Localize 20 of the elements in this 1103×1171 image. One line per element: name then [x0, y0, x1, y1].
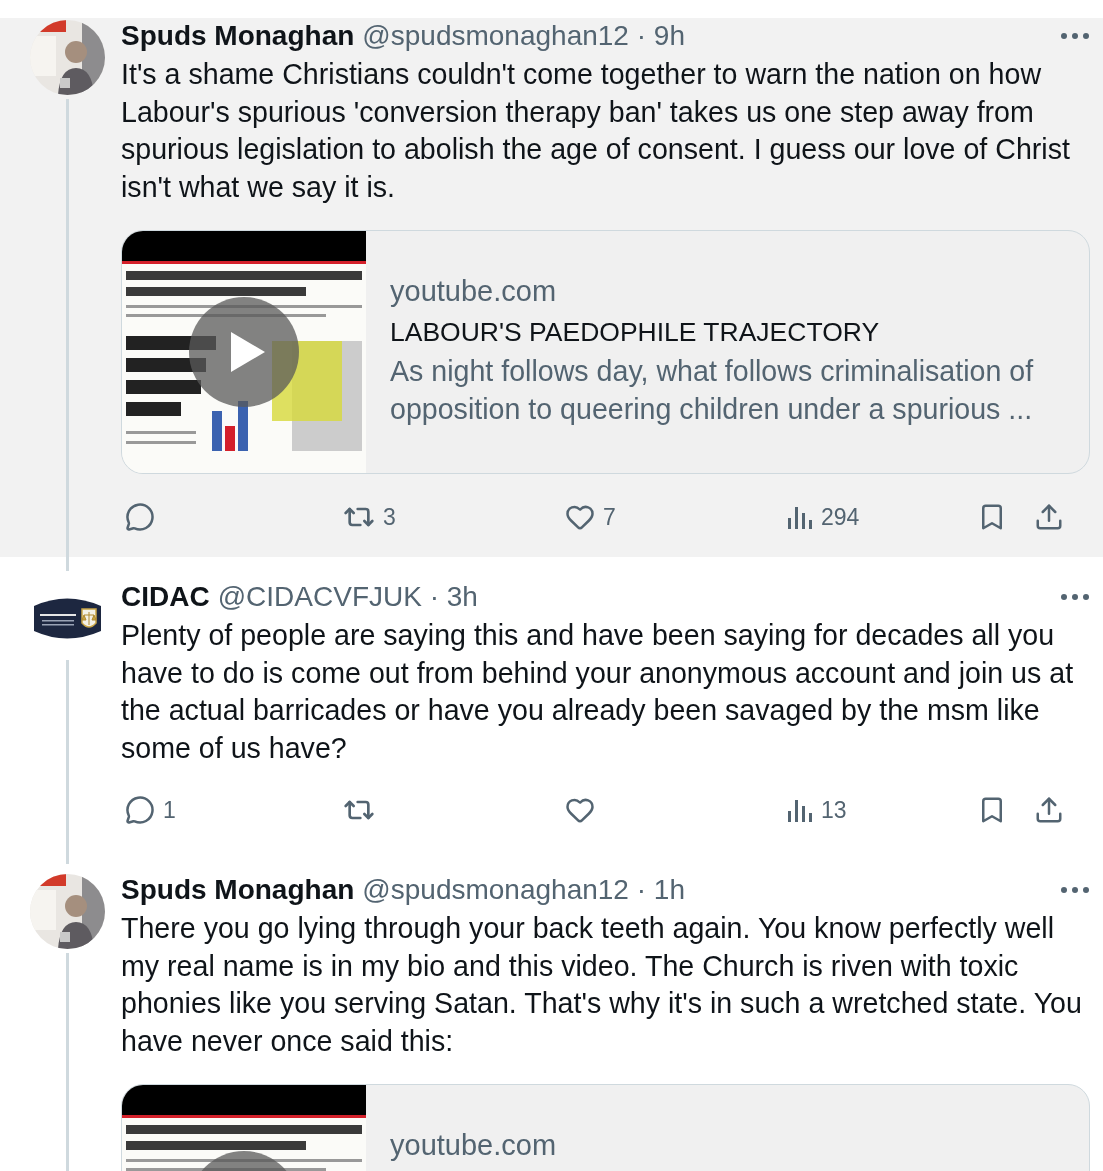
- handle-time: @spudsmonaghan12 · 9h: [362, 20, 686, 52]
- like-button[interactable]: 7: [561, 497, 783, 537]
- link-card[interactable]: youtube.com LABOUR'S PAEDOPHILE TRAJECTORY As night follows day, what follows criminalisation of opposition to queering children under a spurious ...: [121, 230, 1090, 474]
- card-title: LABOUR'S PAEDOPHILE TRAJECTORY: [390, 316, 881, 349]
- card-domain: youtube.com: [390, 1128, 557, 1163]
- handle-time: @CIDACVFJUK · 3h: [217, 581, 479, 613]
- reply-button[interactable]: 1: [121, 790, 339, 830]
- tweet-text: Plenty of people are saying this and have been saying for decades all you have to do is come out from behind your anonymous account and join us at the actual barricades or have you already been savaged by the msm like some of us have?: [121, 618, 1075, 766]
- views-button[interactable]: 13: [783, 790, 973, 830]
- author-name[interactable]: Spuds Monaghan: [121, 20, 355, 52]
- author-name[interactable]: CIDAC: [121, 581, 210, 613]
- repost-button[interactable]: 3: [339, 497, 561, 537]
- handle-time: @spudsmonaghan12 · 1h: [362, 874, 686, 906]
- card-description: As night follows day, what follows criminalisation of opposition to queering children under a spurious ...: [390, 354, 1035, 427]
- views-button[interactable]: 294: [783, 497, 973, 537]
- tweet-text: There you go lying through your back teeth again. You know perfectly well my real name is in my bio and this video. The Church is riven with toxic phonies like you serving Satan. That's why it's in such a wretched state. You have never once said this:: [121, 911, 1083, 1059]
- link-card[interactable]: youtube.com: [121, 1084, 1090, 1171]
- card-domain: youtube.com: [390, 274, 558, 309]
- tweet-text: It's a shame Christians couldn't come together to warn the nation on how Labour's spurious 'conversion therapy ban' takes us one step away from spurious legislation to abolish the age of consent. I guess our love of Christ isn't what we say it is.: [121, 57, 1071, 205]
- author-name[interactable]: Spuds Monaghan: [121, 874, 355, 906]
